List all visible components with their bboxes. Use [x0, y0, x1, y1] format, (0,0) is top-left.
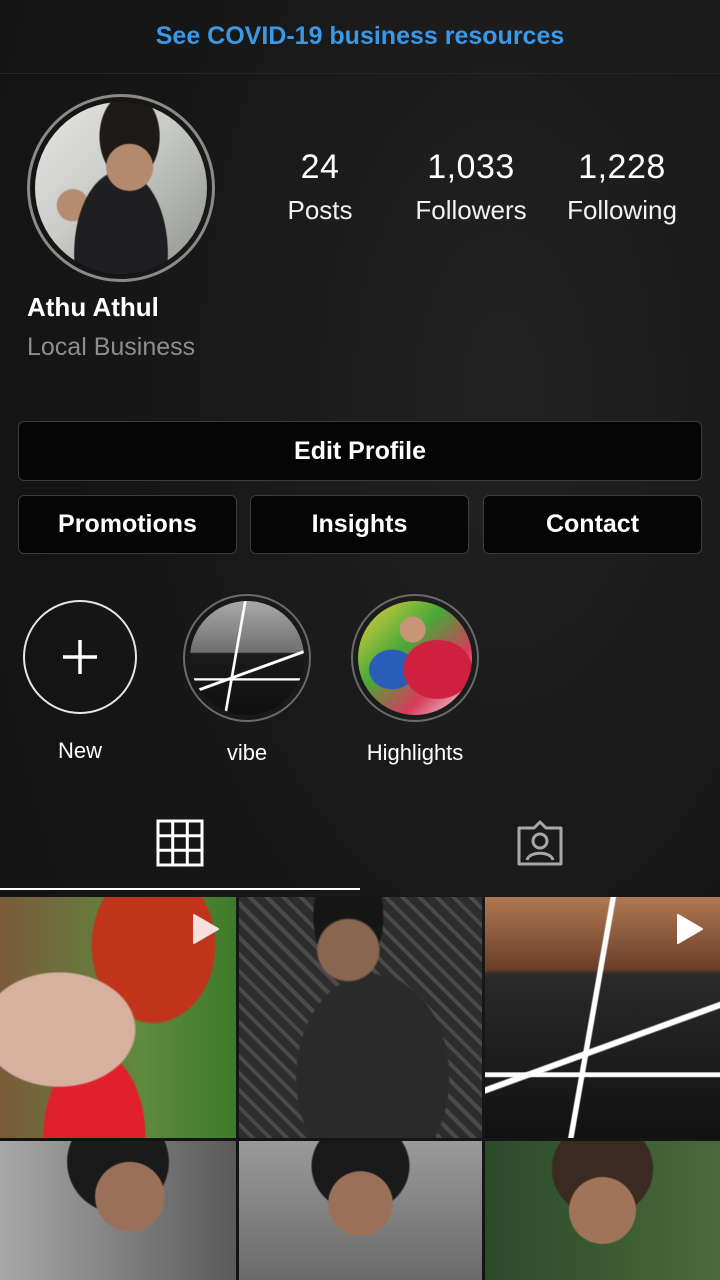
post-thumbnail[interactable]	[485, 897, 720, 1138]
story-highlights: New vibe Highlights	[0, 594, 720, 766]
profile-tabs	[0, 795, 720, 895]
promotions-button[interactable]: Promotions	[18, 495, 237, 554]
video-play-icon	[677, 914, 703, 944]
covid-banner: See COVID-19 business resources	[0, 0, 720, 74]
highlight-vibe-label: vibe	[226, 740, 268, 765]
contact-button[interactable]: Contact	[483, 495, 702, 554]
following-count: 1,228	[578, 148, 666, 186]
new-highlight-circle	[23, 600, 137, 714]
highlight-vibe-circle	[183, 594, 311, 722]
post-thumbnail[interactable]	[0, 1141, 236, 1280]
stat-posts[interactable]: 24 Posts	[245, 148, 395, 226]
profile-stats: 24 Posts 1,033 Followers 1,228 Following	[245, 148, 705, 238]
profile-screen: See COVID-19 business resources 24 Posts…	[0, 0, 720, 1280]
highlight-vibe-cover	[190, 601, 304, 715]
followers-label: Followers	[415, 195, 527, 225]
highlight-highlights-cover	[358, 601, 472, 715]
followers-count: 1,033	[427, 148, 515, 186]
highlight-new-label: New	[57, 738, 102, 763]
video-play-icon	[193, 914, 219, 944]
tagged-person-icon	[517, 820, 563, 865]
tab-grid[interactable]	[0, 795, 360, 890]
post-thumbnail[interactable]	[239, 897, 482, 1138]
post-thumbnail[interactable]	[485, 1141, 720, 1280]
active-tab-indicator	[0, 888, 360, 890]
stat-following[interactable]: 1,228 Following	[547, 148, 697, 226]
avatar[interactable]	[27, 94, 215, 282]
highlight-highlights-label: Highlights	[366, 740, 464, 765]
post-thumbnail[interactable]	[239, 1141, 482, 1280]
highlight-new[interactable]: New	[10, 594, 150, 764]
posts-grid	[0, 897, 720, 1280]
edit-profile-label: Edit Profile	[294, 436, 426, 465]
highlight-highlights[interactable]: Highlights	[345, 594, 485, 766]
posts-count: 24	[300, 148, 340, 186]
plus-icon	[63, 640, 97, 674]
promotions-label: Promotions	[58, 510, 197, 538]
insights-label: Insights	[311, 510, 408, 538]
highlight-highlights-circle	[351, 594, 479, 722]
tab-tagged[interactable]	[360, 795, 720, 890]
grid-icon	[156, 819, 204, 866]
profile-header: 24 Posts 1,033 Followers 1,228 Following	[0, 74, 720, 294]
posts-label: Posts	[287, 195, 353, 225]
profile-bio: Athu Athul Local Business	[0, 292, 720, 362]
contact-label: Contact	[545, 510, 640, 538]
edit-profile-button[interactable]: Edit Profile	[18, 421, 702, 481]
highlight-vibe[interactable]: vibe	[177, 594, 317, 766]
stat-followers[interactable]: 1,033 Followers	[396, 148, 546, 226]
profile-category: Local Business	[27, 333, 196, 361]
profile-name: Athu Athul	[27, 292, 159, 322]
following-label: Following	[567, 195, 677, 225]
post-thumbnail[interactable]	[0, 897, 236, 1138]
covid-resources-link[interactable]: See COVID-19 business resources	[156, 22, 565, 51]
insights-button[interactable]: Insights	[250, 495, 469, 554]
avatar-photo	[35, 102, 207, 274]
